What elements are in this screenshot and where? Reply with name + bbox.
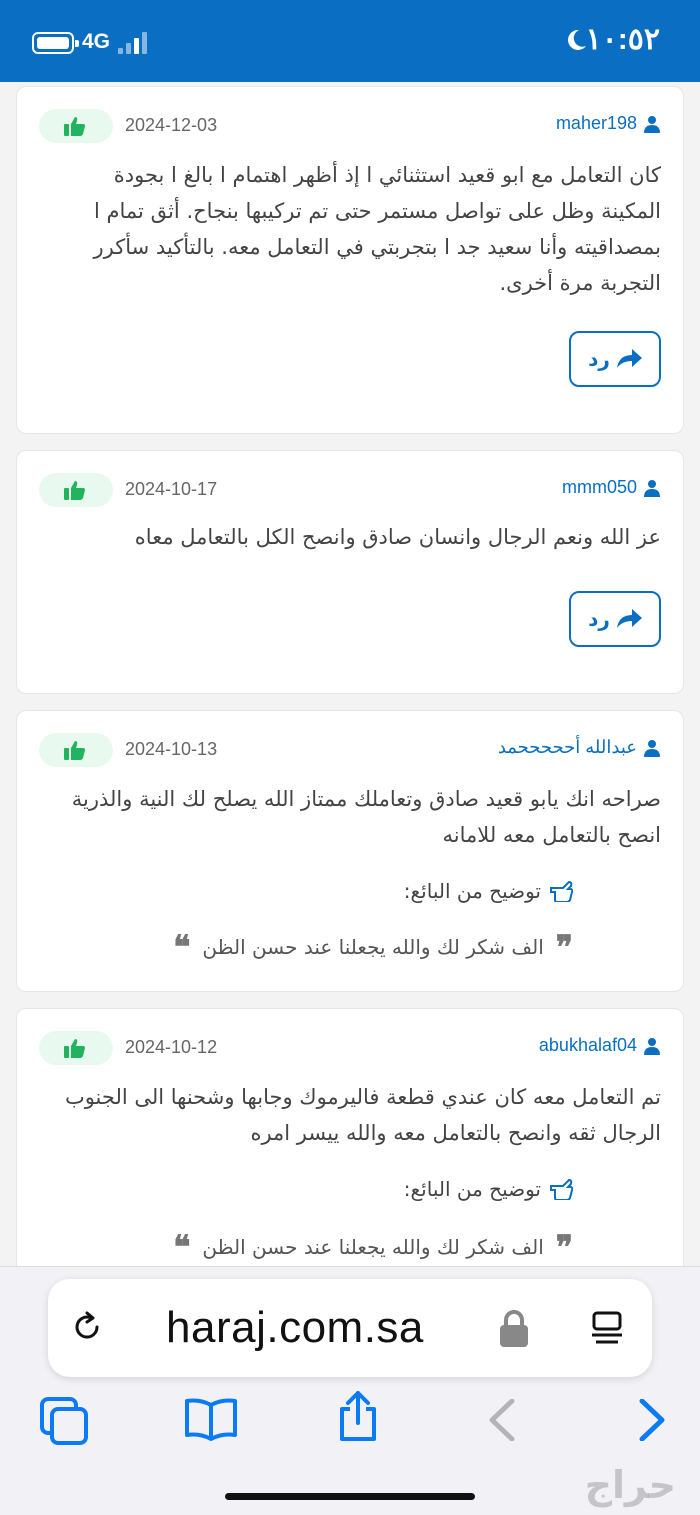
- review-date: 2024-10-17: [125, 479, 218, 499]
- review-date: 2024-10-13: [125, 739, 218, 759]
- reload-icon[interactable]: [70, 1310, 104, 1344]
- browser-toolbar: haraj.com.sa حراج: [0, 1266, 700, 1515]
- user-icon: [644, 479, 660, 497]
- review-author[interactable]: عبدالله أحححححمد: [498, 737, 661, 758]
- seller-clarification-label: توضيح من البائع:: [404, 1177, 573, 1201]
- quote-close-icon: ❝: [173, 1228, 191, 1266]
- review-card: 2024-10-13 عبدالله أحححححمد صراحه انك يا…: [16, 710, 684, 992]
- seller-clarification-label: توضيح من البائع:: [404, 879, 573, 903]
- user-icon: [644, 739, 660, 757]
- page-menu-icon[interactable]: [590, 1311, 624, 1345]
- home-indicator: [225, 1493, 475, 1500]
- signal-icon: [118, 32, 158, 54]
- back-icon[interactable]: [488, 1399, 516, 1441]
- like-badge: [39, 473, 113, 507]
- reply-button[interactable]: رد: [569, 591, 661, 647]
- thumbs-up-icon: [64, 481, 85, 500]
- status-bar: 4G ١٠:٥٢: [0, 0, 700, 82]
- reply-button[interactable]: رد: [569, 331, 661, 387]
- bookmarks-icon[interactable]: [184, 1397, 238, 1441]
- seller-reply: ❞ الف شكر لك والله يجعلنا عند حسن الظن ❝: [173, 928, 573, 966]
- quote-close-icon: ❝: [173, 928, 191, 966]
- reply-icon: [616, 609, 642, 628]
- review-author[interactable]: mmm050: [562, 477, 661, 498]
- quote-open-icon: ❞: [555, 928, 573, 966]
- reply-icon: [616, 349, 642, 368]
- user-icon: [644, 1037, 660, 1055]
- battery-icon: [32, 32, 79, 54]
- author-name[interactable]: mmm050: [562, 477, 637, 498]
- network-type: 4G: [82, 30, 111, 53]
- quote-open-icon: ❞: [555, 1228, 573, 1266]
- review-author[interactable]: maher198: [556, 113, 661, 134]
- review-date: 2024-10-12: [125, 1037, 218, 1057]
- like-badge: [39, 1031, 113, 1065]
- thumbs-up-icon: [64, 117, 85, 136]
- moon-icon: [568, 29, 586, 50]
- url-text[interactable]: haraj.com.sa: [166, 1303, 424, 1353]
- author-name[interactable]: abukhalaf04: [539, 1035, 637, 1056]
- haraj-watermark: حراج: [584, 1463, 676, 1507]
- hand-point-icon: [550, 880, 573, 902]
- review-card: 2024-10-17 mmm050 عز الله ونعم الرجال وا…: [16, 450, 684, 694]
- tabs-icon[interactable]: [40, 1397, 90, 1445]
- forward-icon[interactable]: [638, 1399, 666, 1441]
- author-name[interactable]: عبدالله أحححححمد: [498, 737, 637, 758]
- review-date: 2024-12-03: [125, 115, 218, 135]
- thumbs-up-icon: [64, 741, 85, 760]
- like-badge: [39, 733, 113, 767]
- review-text: كان التعامل مع ابو قعيد استثنائي ا إذ أظ…: [93, 163, 662, 295]
- clock: ١٠:٥٢: [585, 23, 660, 56]
- hand-point-icon: [550, 1178, 573, 1200]
- like-badge: [39, 109, 113, 143]
- author-name[interactable]: maher198: [556, 113, 637, 134]
- seller-reply: ❞ الف شكر لك والله يجعلنا عند حسن الظن ❝: [173, 1228, 573, 1266]
- review-author[interactable]: abukhalaf04: [539, 1035, 661, 1056]
- review-text: صراحه انك يابو قعيد صادق وتعاملك ممتاز ا…: [71, 787, 661, 847]
- review-card: 2024-10-12 abukhalaf04 تم التعامل معه كا…: [16, 1008, 684, 1298]
- address-bar[interactable]: haraj.com.sa: [48, 1279, 652, 1377]
- review-text: تم التعامل معه كان عندي قطعة فاليرموك وج…: [64, 1085, 661, 1145]
- lock-icon: [500, 1310, 528, 1347]
- review-card: 2024-12-03 maher198 كان التعامل مع ابو ق…: [16, 86, 684, 434]
- share-icon[interactable]: [336, 1391, 380, 1443]
- review-text: عز الله ونعم الرجال وانسان صادق وانصح ال…: [134, 525, 661, 549]
- user-icon: [644, 115, 660, 133]
- thumbs-up-icon: [64, 1039, 85, 1058]
